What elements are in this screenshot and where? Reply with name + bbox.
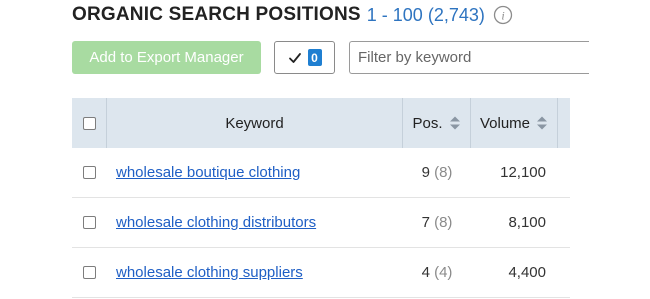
previous-position: (4) <box>434 264 453 281</box>
results-total: (2,743) <box>427 4 485 25</box>
row-select-cell <box>72 266 107 279</box>
checkmark-icon <box>288 51 302 65</box>
keyword-cell: wholesale boutique clothing <box>107 164 403 181</box>
position-cell: 9 (8) <box>403 164 471 181</box>
volume-cell: 4,400 <box>508 264 546 281</box>
column-header-more <box>558 98 570 148</box>
position-value: 7 <box>421 214 430 231</box>
position-value: 9 <box>421 164 430 181</box>
select-all-checkbox[interactable] <box>82 116 96 130</box>
keyword-link[interactable]: wholesale clothing suppliers <box>116 264 303 281</box>
row-checkbox[interactable] <box>83 266 96 279</box>
add-to-export-manager-button[interactable]: Add to Export Manager <box>72 41 261 74</box>
svg-text:i: i <box>501 9 504 23</box>
previous-position: (8) <box>434 164 453 181</box>
selected-filter-button[interactable]: 0 <box>274 41 335 74</box>
keyword-cell: wholesale clothing distributors <box>107 214 403 231</box>
sort-icon[interactable] <box>449 115 461 131</box>
row-checkbox[interactable] <box>83 166 96 179</box>
column-header-volume-label: Volume <box>479 114 531 132</box>
position-cell: 7 (8) <box>403 214 471 231</box>
keyword-link[interactable]: wholesale clothing distributors <box>116 214 316 231</box>
table-header: Keyword Pos. Volume <box>72 98 570 148</box>
column-header-keyword: Keyword <box>107 98 403 148</box>
position-cell: 4 (4) <box>403 264 471 281</box>
toolbar: Add to Export Manager 0 <box>72 41 650 74</box>
previous-position: (8) <box>434 214 453 231</box>
row-select-cell <box>72 166 107 179</box>
column-header-keyword-label: Keyword <box>225 114 284 132</box>
table-row: wholesale clothing suppliers 4 (4) 4,400 <box>72 248 570 298</box>
results-range: 1 - 100 <box>366 4 423 25</box>
keyword-link[interactable]: wholesale boutique clothing <box>116 164 300 181</box>
volume-cell: 8,100 <box>508 214 546 231</box>
table-row: wholesale clothing distributors 7 (8) 8,… <box>72 198 570 248</box>
table-row: wholesale boutique clothing 9 (8) 12,100 <box>72 148 570 198</box>
page-title: ORGANIC SEARCH POSITIONS <box>72 4 361 25</box>
column-header-pos[interactable]: Pos. <box>403 98 471 148</box>
column-header-volume[interactable]: Volume <box>471 98 558 148</box>
sort-icon[interactable] <box>536 115 548 131</box>
keyword-cell: wholesale clothing suppliers <box>107 264 403 281</box>
row-checkbox[interactable] <box>83 216 96 229</box>
filter-by-keyword-input[interactable] <box>349 41 589 74</box>
positions-table: Keyword Pos. Volume wholesale boutique c… <box>72 98 570 298</box>
page-header: ORGANIC SEARCH POSITIONS 1 - 100 (2,743)… <box>72 0 513 30</box>
column-header-pos-label: Pos. <box>412 114 443 132</box>
position-value: 4 <box>421 264 430 281</box>
row-select-cell <box>72 216 107 229</box>
volume-cell: 12,100 <box>500 164 546 181</box>
select-all-cell <box>72 98 107 148</box>
info-circle-icon[interactable]: i <box>493 5 513 25</box>
selected-count-badge: 0 <box>307 49 322 66</box>
